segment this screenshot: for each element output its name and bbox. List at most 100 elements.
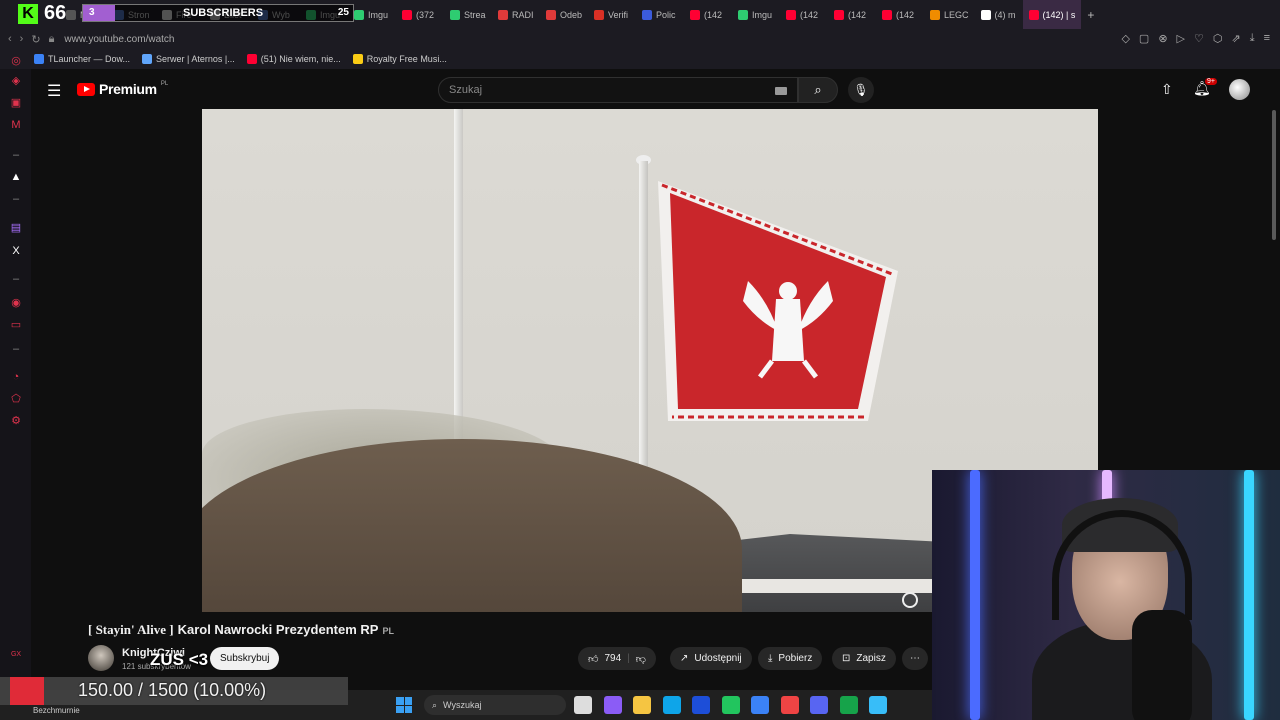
remote-icon[interactable]	[869, 696, 887, 714]
keyboard-icon[interactable]	[775, 87, 787, 95]
browser-tab[interactable]: (372	[396, 0, 444, 29]
taskbar-search-icon: ⌕	[432, 699, 438, 710]
new-tab-icon[interactable]: +	[1087, 8, 1094, 22]
browser-tab[interactable]: (142	[684, 0, 732, 29]
bookmark-item[interactable]: TLauncher — Dow...	[34, 54, 130, 64]
browser-tab[interactable]: Odeb	[540, 0, 588, 29]
gmail-icon[interactable]: M	[10, 119, 22, 131]
browser-tab[interactable]: (142	[828, 0, 876, 29]
browser-tab[interactable]: Imgu	[348, 0, 396, 29]
reload-icon[interactable]: ↻	[31, 33, 40, 46]
extensions-icon[interactable]: ⬡	[1213, 32, 1223, 45]
save-button[interactable]: ⊡ Zapisz	[832, 647, 896, 670]
download-button[interactable]: ⤓ Pobierz	[758, 647, 823, 670]
channel-avatar[interactable]	[88, 645, 114, 671]
edge-icon[interactable]	[662, 696, 681, 714]
discord-icon[interactable]	[810, 696, 828, 714]
bookmarks-bar: TLauncher — Dow... Serwer | Aternos |... (…	[0, 49, 1280, 69]
tab-favicon-icon	[930, 9, 941, 20]
heart-icon[interactable]: ♡	[1194, 32, 1204, 45]
browser-tab[interactable]: RADI	[492, 0, 540, 29]
bookmark-favicon-icon	[142, 54, 153, 64]
aria-ai-icon[interactable]: ▲	[10, 171, 22, 183]
vpn-icon[interactable]: ⊗	[1158, 32, 1167, 45]
bookmark-icon[interactable]: ◇	[1121, 32, 1129, 45]
taskbar-search[interactable]: ⌕ Wyszukaj	[424, 695, 566, 715]
terminal-icon[interactable]	[839, 696, 858, 714]
bookmark-item[interactable]: (51) Nie wiem, nie...	[246, 54, 341, 64]
browser-tab[interactable]: (142	[876, 0, 924, 29]
webcam-overlay	[932, 470, 1280, 720]
tab-label: RADI	[512, 9, 534, 20]
forward-icon[interactable]: ›	[20, 33, 24, 45]
hamburger-menu-icon[interactable]: ☰	[47, 81, 61, 101]
history-icon[interactable]: ◔	[10, 371, 22, 383]
more-actions-button[interactable]: ⋯	[902, 647, 928, 670]
opera-icon[interactable]	[780, 696, 799, 714]
browser-tab[interactable]: (4) m	[975, 0, 1023, 29]
browser-tab[interactable]: Imgu	[732, 0, 780, 29]
instagram-icon[interactable]: ▣	[10, 97, 22, 109]
upload-icon[interactable]: ⇧	[1161, 81, 1173, 98]
voice-search-button[interactable]: 🎙︎	[848, 77, 874, 103]
xbox-icon[interactable]	[721, 696, 740, 714]
share-button[interactable]: ↗ Udostępnij	[670, 647, 752, 670]
notes-icon[interactable]	[751, 696, 769, 714]
aria-icon[interactable]: ◈	[10, 75, 22, 87]
microphone-icon: 🎙︎	[853, 83, 869, 97]
youtube-premium-logo[interactable]: Premium PL	[77, 81, 168, 97]
like-button[interactable]: 👍︎ 794 | 👎︎	[578, 647, 656, 670]
search-button[interactable]: ⌕	[798, 77, 838, 103]
wallet-icon[interactable]: ▭	[10, 319, 22, 331]
browser-tab[interactable]: (142) | s	[1022, 0, 1082, 29]
taskview-icon[interactable]	[574, 696, 592, 714]
download-icon[interactable]: ⤓	[1250, 32, 1255, 45]
browser-tab[interactable]: Strea	[444, 0, 492, 29]
browser-tab[interactable]: Polic	[636, 0, 684, 29]
url-field[interactable]: www.youtube.com/watch	[64, 34, 174, 45]
page-scrollbar[interactable]	[1272, 110, 1276, 240]
browser-tab[interactable]: LEGC	[924, 0, 975, 29]
like-divider: |	[627, 653, 630, 664]
thumbs-down-icon[interactable]: 👎︎	[636, 653, 646, 665]
explorer-icon[interactable]	[633, 696, 651, 714]
weather-label[interactable]: Bezchmurnie	[33, 706, 80, 715]
twitch-icon[interactable]: ▤	[10, 222, 22, 234]
extensions-sidebar-icon[interactable]: ⬠	[10, 393, 22, 405]
back-icon[interactable]: ‹	[8, 33, 12, 45]
menu-icon[interactable]: ≡	[1264, 32, 1270, 45]
youtube-play-icon	[77, 82, 95, 96]
divider-icon-4: –	[12, 343, 20, 355]
taskbar-search-placeholder: Wyszukaj	[443, 700, 482, 710]
player-sidebar-icon[interactable]: ◉	[10, 297, 22, 309]
tab-label: (142	[896, 9, 915, 20]
bookmark-item[interactable]: Royalty Free Musi...	[352, 54, 447, 64]
tab-label: LEGC	[944, 9, 969, 20]
settings-icon[interactable]: ⚙	[10, 415, 22, 427]
windows-start-icon[interactable]	[396, 697, 412, 713]
store-icon[interactable]	[692, 696, 710, 714]
browser-tab[interactable]: Verifi	[588, 0, 636, 29]
x-icon[interactable]: X	[10, 245, 22, 257]
copilot-icon[interactable]	[603, 696, 622, 714]
youtube-masthead: ☰ Premium PL Szukaj ⌕ 🎙︎ ⇧ 🔔︎ 9+	[31, 69, 1280, 109]
browser-tab[interactable]: (142	[780, 0, 828, 29]
tab-label: Polic	[656, 9, 676, 20]
channel-watermark-icon[interactable]	[902, 592, 918, 608]
bookmark-label: (51) Nie wiem, nie...	[260, 54, 341, 64]
search-input[interactable]: Szukaj	[438, 77, 798, 103]
player-icon[interactable]: ▷	[1177, 32, 1185, 45]
blue-led-strip	[970, 470, 980, 720]
tab-favicon-icon	[834, 9, 845, 20]
opera-icon[interactable]: ◎	[10, 55, 22, 67]
snapshot-icon[interactable]: ▢	[1139, 32, 1149, 45]
share-icon[interactable]: ⇗	[1231, 32, 1240, 45]
share-arrow-icon: ↗	[680, 653, 689, 664]
account-avatar[interactable]	[1229, 79, 1250, 100]
bookmark-label: Royalty Free Musi...	[366, 54, 447, 64]
share-label: Udostępnij	[694, 653, 742, 664]
bookmark-item[interactable]: Serwer | Aternos |...	[142, 54, 235, 64]
gx-icon[interactable]: GX	[10, 649, 22, 661]
subscribe-button[interactable]: Subskrybuj	[210, 647, 280, 670]
search-icon: ⌕	[814, 82, 822, 97]
